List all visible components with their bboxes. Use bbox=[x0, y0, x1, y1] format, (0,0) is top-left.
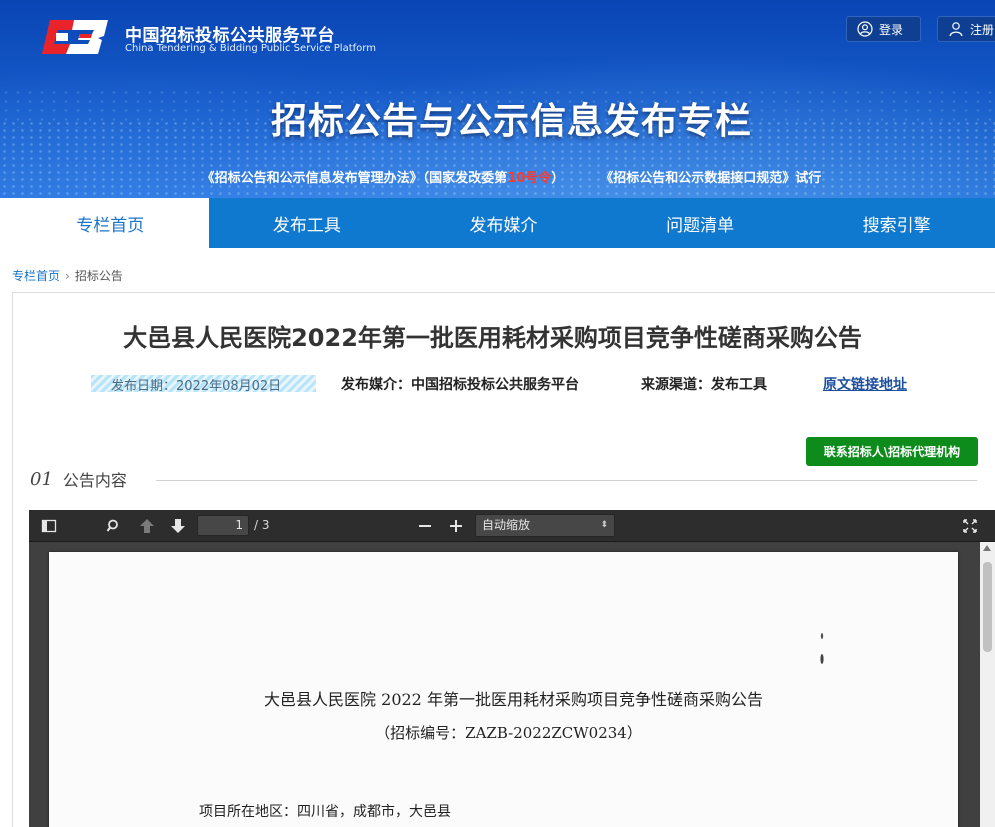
nav-item-search-engine[interactable]: 搜索引擎 bbox=[798, 198, 995, 248]
pdf-viewer: 1 / 3 自动缩放 ⬍ 大邑县人民医院 2022 年第一批医用耗材采购项目竞争… bbox=[29, 510, 995, 827]
regulation-link[interactable]: 《招标公告和公示信息发布管理办法》（国家发改委第10号令） bbox=[202, 171, 565, 186]
zoom-in-icon[interactable] bbox=[447, 517, 465, 535]
notice-title: 大邑县人民医院2022年第一批医用耗材采购项目竞争性磋商采购公告 bbox=[123, 324, 862, 352]
breadcrumb-chevron-icon: › bbox=[65, 269, 70, 283]
pdf-page: 大邑县人民医院 2022 年第一批医用耗材采购项目竞争性磋商采购公告 （招标编号… bbox=[49, 552, 958, 827]
register-button[interactable]: 注册 bbox=[937, 16, 995, 42]
banner-title: 招标公告与公示信息发布专栏 bbox=[270, 101, 752, 142]
page-total: / 3 bbox=[254, 518, 270, 532]
scrollbar-thumb[interactable] bbox=[983, 562, 992, 652]
previous-page-icon[interactable] bbox=[138, 517, 156, 535]
publish-date: 发布日期：2022年08月02日 bbox=[91, 375, 316, 394]
publish-media: 发布媒介：中国招标投标公共服务平台 bbox=[341, 377, 579, 393]
contact-tenderer-button[interactable]: 联系招标人\招标代理机构 bbox=[806, 437, 978, 466]
section-label: 公告内容 bbox=[62, 471, 127, 490]
platform-logo-icon[interactable] bbox=[40, 14, 112, 60]
breadcrumb-current: 招标公告 bbox=[74, 269, 123, 283]
pdf-toolbar: 1 / 3 自动缩放 ⬍ bbox=[29, 510, 995, 542]
zoom-value: 自动缩放 bbox=[482, 518, 531, 532]
sidebar-toggle-icon[interactable] bbox=[40, 517, 58, 535]
original-link[interactable]: 原文链接地址 bbox=[823, 374, 907, 394]
nav-item-publish-media[interactable]: 发布媒介 bbox=[405, 198, 602, 248]
regulation-link-text: 《招标公告和公示信息发布管理办法》（国家发改委第 bbox=[201, 171, 508, 186]
pdf-scrollbar[interactable] bbox=[980, 542, 995, 827]
header-banner: 中国招标投标公共服务平台 China Tendering & Bidding P… bbox=[0, 0, 995, 198]
banner-links: 《招标公告和公示信息发布管理办法》（国家发改委第10号令） 《招标公告和公示数据接… bbox=[0, 167, 995, 186]
scroll-up-arrow-icon[interactable] bbox=[983, 545, 991, 551]
section-heading: 01 公告内容 bbox=[30, 467, 127, 491]
pdf-page-region: 项目所在地区：四川省，成都市，大邑县 bbox=[199, 804, 451, 820]
scan-marks-decoration bbox=[820, 633, 824, 664]
section-number: 01 bbox=[30, 468, 53, 490]
breadcrumb-home-link[interactable]: 专栏首页 bbox=[12, 269, 60, 283]
nav-item-question-list[interactable]: 问题清单 bbox=[602, 198, 799, 248]
select-arrows-icon: ⬍ bbox=[600, 520, 608, 530]
user-circle-icon bbox=[857, 21, 873, 37]
breadcrumb: 专栏首页 › 招标公告 bbox=[12, 267, 123, 284]
site-name-en: China Tendering & Bidding Public Service… bbox=[125, 43, 376, 54]
next-page-icon[interactable] bbox=[169, 517, 187, 535]
data-interface-link[interactable]: 《招标公告和公示数据接口规范》试行 bbox=[600, 171, 821, 186]
zoom-select[interactable]: 自动缩放 ⬍ bbox=[475, 514, 615, 537]
pdf-page-subtitle: （招标编号：ZAZB-2022ZCW0234） bbox=[375, 724, 642, 742]
register-label: 注册 bbox=[970, 22, 995, 37]
search-icon[interactable] bbox=[105, 517, 123, 535]
zoom-out-icon[interactable] bbox=[416, 517, 434, 535]
user-icon bbox=[949, 22, 963, 37]
page-number-input[interactable]: 1 bbox=[197, 515, 249, 536]
main-nav: 专栏首页 发布工具 发布媒介 问题清单 搜索引擎 bbox=[12, 198, 995, 248]
source-channel: 来源渠道：发布工具 bbox=[641, 377, 767, 393]
section-divider bbox=[156, 480, 977, 481]
nav-item-column-home[interactable]: 专栏首页 bbox=[12, 198, 209, 248]
fullscreen-icon[interactable] bbox=[961, 517, 979, 535]
login-button[interactable]: 登录 bbox=[846, 16, 921, 42]
nav-item-publish-tool[interactable]: 发布工具 bbox=[209, 198, 406, 248]
login-label: 登录 bbox=[879, 22, 904, 37]
regulation-number: 10号令 bbox=[507, 171, 552, 186]
pdf-page-title: 大邑县人民医院 2022 年第一批医用耗材采购项目竞争性磋商采购公告 bbox=[264, 690, 763, 709]
regulation-link-end: ） bbox=[551, 171, 565, 186]
